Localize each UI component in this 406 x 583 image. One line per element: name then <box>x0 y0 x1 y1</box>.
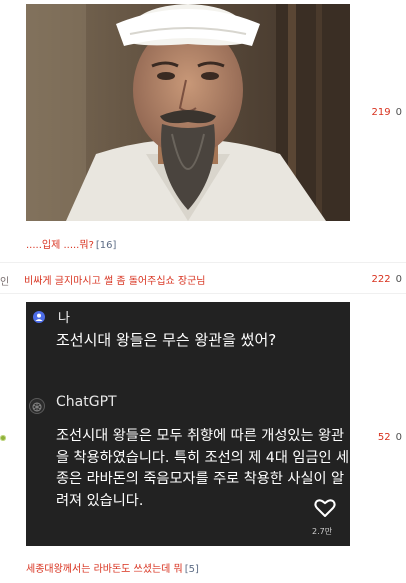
post-row[interactable]: .....입제 .....뭐? [16] 219 0 <box>0 0 406 262</box>
chat-screenshot-image[interactable]: 나 조선시대 왕들은 무슨 왕관을 썼어? ChatGPT 조선시대 왕들은 모… <box>26 302 350 546</box>
post-title-link[interactable]: .....입제 .....뭐? [16] <box>26 236 116 251</box>
truncated-label: 인 <box>0 277 10 288</box>
post-title-link[interactable]: 세종대왕께서는 라바돈도 쓰셨는데 뭐 [5] <box>26 560 199 575</box>
post-title[interactable]: 비싸게 글지마시고 썰 좀 돌어주십쇼 장군님 <box>24 276 206 287</box>
status-dot-icon <box>0 435 6 441</box>
view-count: 52 <box>377 432 391 443</box>
comment-count[interactable]: [5] <box>185 564 199 575</box>
user-icon <box>33 311 45 323</box>
vote-count: 0 <box>395 107 402 118</box>
heart-icon[interactable] <box>314 498 336 518</box>
user-name: 나 <box>58 311 70 326</box>
post-title[interactable]: 세종대왕께서는 라바돈도 쓰셨는데 뭐 <box>26 564 183 575</box>
post-stats: 52 0 <box>378 432 402 443</box>
post-row[interactable]: 인 비싸게 글지마시고 썰 좀 돌어주십쇼 장군님 222 0 <box>0 262 406 294</box>
assistant-name: ChatGPT <box>56 394 117 410</box>
assistant-answer: 조선시대 왕들은 모두 취향에 따른 개성있는 왕관을 착용하였습니다. 특히 … <box>56 428 350 509</box>
view-count: 219 <box>371 107 391 118</box>
post-stats: 222 0 <box>372 274 402 285</box>
chatgpt-logo-icon <box>29 398 45 414</box>
post-title-link[interactable]: 비싸게 글지마시고 썰 좀 돌어주십쇼 장군님 <box>24 272 206 287</box>
vote-count: 0 <box>395 274 402 285</box>
post-stats: 219 0 <box>372 107 402 118</box>
comment-count[interactable]: [16] <box>96 240 117 251</box>
post-list: .....입제 .....뭐? [16] 219 0 인 비싸게 글지마시고 썰 좀… <box>0 0 406 583</box>
view-count: 222 <box>371 274 391 285</box>
vote-count: 0 <box>395 432 402 443</box>
user-question: 조선시대 왕들은 무슨 왕관을 썼어? <box>56 331 277 349</box>
post-image[interactable] <box>26 4 350 221</box>
like-count: 2.7만 <box>312 527 333 536</box>
post-title[interactable]: .....입제 .....뭐? <box>26 240 94 251</box>
